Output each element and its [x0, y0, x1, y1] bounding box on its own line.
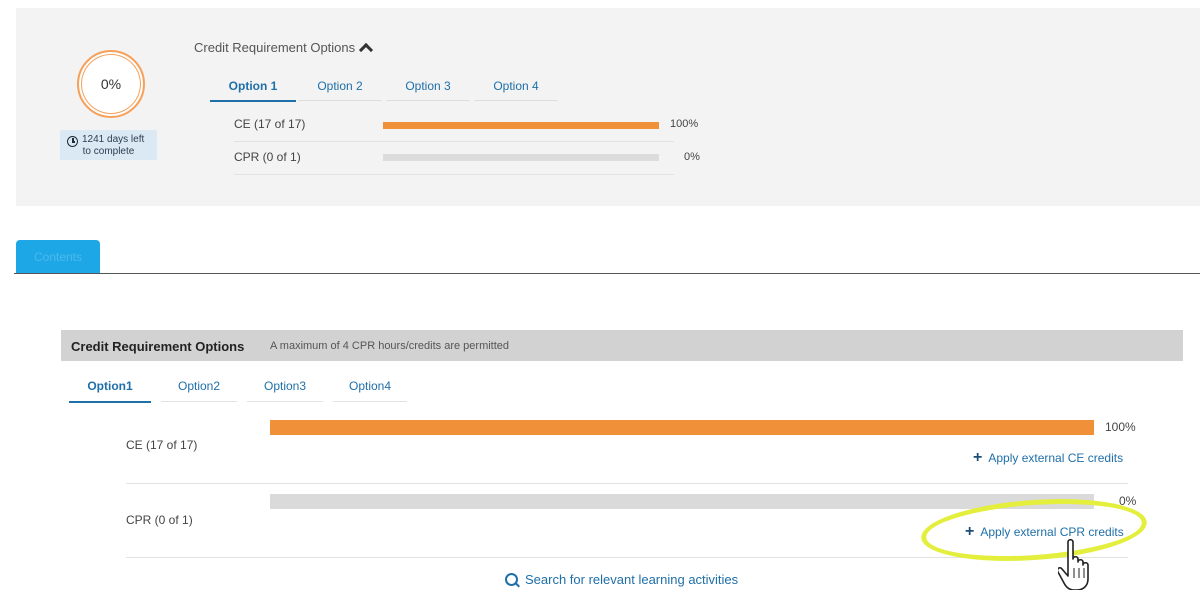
plus-icon: +	[973, 449, 983, 466]
credit-options-heading: Credit Requirement Options	[194, 40, 356, 55]
tab-option2[interactable]: Option2	[161, 377, 237, 402]
search-link-label: Search for relevant learning activities	[525, 572, 739, 587]
apply-external-ce-credits-link[interactable]: + Apply external CE credits	[973, 449, 1124, 466]
days-left-subtext: to complete	[82, 146, 135, 157]
progress-summary-panel: 0% 1241 days left to complete Credit Req…	[16, 8, 1200, 206]
tab-option-4[interactable]: Option 4	[474, 76, 558, 101]
divider	[126, 483, 1128, 484]
ce-credits-progress-bar	[270, 420, 1094, 435]
cpr-credits-progress-bar	[270, 494, 1094, 509]
cpr-limit-note: A maximum of 4 CPR hours/credits are per…	[270, 340, 510, 352]
progress-percent: 0%	[100, 76, 122, 92]
tab-contents[interactable]: Contents	[16, 240, 100, 274]
apply-cpr-label: Apply external CPR credits	[980, 525, 1124, 539]
hand-cursor-icon	[1058, 538, 1089, 590]
credit-options-toggle[interactable]: Credit Requirement Options	[194, 40, 374, 58]
divider	[126, 557, 1128, 558]
apply-ce-label: Apply external CE credits	[988, 451, 1124, 465]
ce-credits-label: CE (17 of 17)	[126, 438, 198, 452]
cpr-credits-label: CPR (0 of 1)	[126, 513, 193, 527]
plus-icon: +	[965, 523, 975, 540]
days-left-text: 1241 days left	[82, 134, 145, 145]
divider	[234, 141, 674, 142]
search-learning-activities-link[interactable]: Search for relevant learning activities	[505, 572, 738, 587]
credit-options-header: Credit Requirement Options A maximum of …	[61, 330, 1183, 361]
tab-option-3[interactable]: Option 3	[386, 76, 470, 101]
cpr-credits-percent: 0%	[1119, 494, 1137, 508]
tab-option4[interactable]: Option4	[333, 377, 407, 402]
tab-option1[interactable]: Option1	[69, 377, 151, 403]
ce-requirement-label: CE (17 of 17)	[234, 117, 306, 131]
days-left-badge: 1241 days left to complete	[60, 130, 157, 160]
tab-option-1[interactable]: Option 1	[210, 76, 296, 102]
cpr-progress-bar	[383, 154, 659, 161]
ce-credits-percent: 100%	[1105, 420, 1136, 434]
tab-option3[interactable]: Option3	[247, 377, 323, 402]
divider	[234, 174, 674, 175]
progress-ring: 0%	[77, 50, 145, 118]
ce-progress-bar	[383, 122, 659, 129]
search-icon	[505, 573, 518, 586]
ce-progress-percent: 100%	[670, 118, 699, 130]
cpr-progress-percent: 0%	[684, 151, 700, 163]
apply-external-cpr-credits-link[interactable]: + Apply external CPR credits	[965, 523, 1124, 540]
credit-options-title: Credit Requirement Options	[71, 339, 245, 354]
cpr-requirement-label: CPR (0 of 1)	[234, 150, 301, 164]
tab-divider	[14, 273, 1200, 274]
chevron-up-icon	[359, 42, 374, 58]
tab-option-2[interactable]: Option 2	[298, 76, 382, 101]
